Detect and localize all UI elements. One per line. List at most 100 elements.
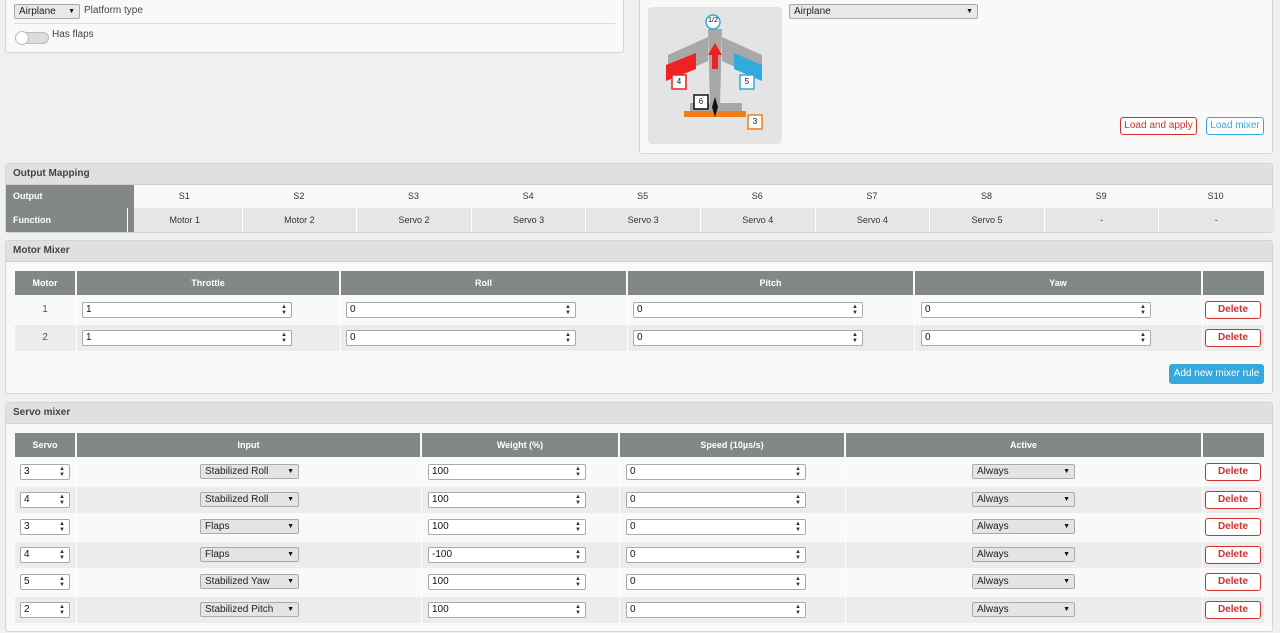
spinner-arrows-icon[interactable]: ▲ ▼ xyxy=(852,332,858,344)
output-row-label: Output xyxy=(6,185,134,208)
function-cell: Servo 2 xyxy=(356,208,471,232)
input-select-value: Stabilized Pitch xyxy=(205,603,274,615)
platform-type-label: Platform type xyxy=(84,5,143,16)
yaw-input[interactable]: 0 ▲ ▼ xyxy=(921,330,1151,346)
spinner-arrows-icon[interactable]: ▲ ▼ xyxy=(575,494,581,506)
servo-index-input[interactable]: 4 ▲ ▼ xyxy=(20,491,70,508)
roll-input[interactable]: 0 ▲ ▼ xyxy=(346,302,576,318)
spinner-arrows-icon[interactable]: ▲ ▼ xyxy=(795,549,801,561)
spinner-arrows-icon[interactable]: ▲ ▼ xyxy=(565,304,571,316)
active-select[interactable]: Always ▼ xyxy=(972,546,1075,562)
delete-button[interactable]: Delete xyxy=(1205,600,1261,619)
weight-input[interactable]: 100 ▲ ▼ xyxy=(428,601,586,618)
spinner-arrows-icon[interactable]: ▲ ▼ xyxy=(59,466,65,478)
spinner-arrows-icon[interactable]: ▲ ▼ xyxy=(59,494,65,506)
throttle-input[interactable]: 1 ▲ ▼ xyxy=(82,330,292,346)
weight-input[interactable]: 100 ▲ ▼ xyxy=(428,464,586,480)
chevron-down-icon: ▼ xyxy=(1063,468,1070,475)
active-select[interactable]: Always ▼ xyxy=(972,574,1075,589)
spinner-arrows-icon[interactable]: ▲ ▼ xyxy=(795,466,801,478)
input-select[interactable]: Flaps ▼ xyxy=(200,519,299,534)
input-select[interactable]: Flaps ▼ xyxy=(200,546,299,562)
speed-input[interactable]: 0 ▲ ▼ xyxy=(626,464,806,480)
throttle-input-value: 1 xyxy=(86,332,92,343)
weight-input[interactable]: -100 ▲ ▼ xyxy=(428,546,586,563)
add-mixer-rule-button[interactable]: Add new mixer rule xyxy=(1169,364,1264,384)
active-select[interactable]: Always ▼ xyxy=(972,464,1075,479)
delete-button[interactable]: Delete xyxy=(1205,301,1261,319)
platform-type-select[interactable]: Airplane ▼ xyxy=(14,4,80,19)
spinner-arrows-icon[interactable]: ▲ ▼ xyxy=(59,549,65,561)
column-divider xyxy=(619,514,620,540)
divider xyxy=(14,23,615,24)
spinner-arrows-icon[interactable]: ▲ ▼ xyxy=(575,549,581,561)
active-select-value: Always xyxy=(977,521,1009,532)
mixer-preset-select[interactable]: Airplane ▼ xyxy=(789,4,978,19)
spinner-arrows-icon[interactable]: ▲ ▼ xyxy=(59,576,65,588)
speed-input-value: 0 xyxy=(630,521,636,532)
throttle-input[interactable]: 1 ▲ ▼ xyxy=(82,302,292,318)
spinner-arrows-icon[interactable]: ▲ ▼ xyxy=(575,521,581,533)
spinner-arrows-icon[interactable]: ▲ ▼ xyxy=(575,576,581,588)
speed-input[interactable]: 0 ▲ ▼ xyxy=(626,519,806,535)
spinner-arrows-icon[interactable]: ▲ ▼ xyxy=(59,521,65,533)
active-select[interactable]: Always ▼ xyxy=(972,519,1075,534)
active-select-value: Always xyxy=(977,548,1009,560)
spinner-arrows-icon[interactable]: ▲ ▼ xyxy=(795,604,801,616)
roll-input[interactable]: 0 ▲ ▼ xyxy=(346,330,576,346)
speed-input[interactable]: 0 ▲ ▼ xyxy=(626,601,806,618)
flaps-toggle[interactable] xyxy=(15,31,49,45)
delete-button[interactable]: Delete xyxy=(1205,490,1261,509)
input-select[interactable]: Stabilized Pitch ▼ xyxy=(200,601,299,617)
servo-index-input[interactable]: 2 ▲ ▼ xyxy=(20,601,70,618)
motor-header: Motor xyxy=(15,271,75,295)
input-select[interactable]: Stabilized Roll ▼ xyxy=(200,491,299,507)
servo-index-input[interactable]: 3 ▲ ▼ xyxy=(20,519,70,535)
active-select[interactable]: Always ▼ xyxy=(972,491,1075,507)
spinner-arrows-icon[interactable]: ▲ ▼ xyxy=(795,576,801,588)
column-divider xyxy=(340,297,341,323)
servo-index-input[interactable]: 5 ▲ ▼ xyxy=(20,574,70,590)
servo-index-input[interactable]: 3 ▲ ▼ xyxy=(20,464,70,480)
servo-index-input[interactable]: 4 ▲ ▼ xyxy=(20,546,70,563)
delete-button[interactable]: Delete xyxy=(1205,463,1261,481)
pitch-input[interactable]: 0 ▲ ▼ xyxy=(633,330,863,346)
yaw-input[interactable]: 0 ▲ ▼ xyxy=(921,302,1151,318)
spinner-arrows-icon[interactable]: ▲ ▼ xyxy=(565,332,571,344)
spinner-arrows-icon[interactable]: ▲ ▼ xyxy=(59,604,65,616)
load-and-apply-button[interactable]: Load and apply xyxy=(1120,117,1197,135)
function-cell: Servo 3 xyxy=(470,208,586,232)
active-select[interactable]: Always ▼ xyxy=(972,601,1075,617)
pitch-input[interactable]: 0 ▲ ▼ xyxy=(633,302,863,318)
speed-input[interactable]: 0 ▲ ▼ xyxy=(626,574,806,590)
delete-button[interactable]: Delete xyxy=(1205,545,1261,564)
load-mixer-button[interactable]: Load mixer xyxy=(1206,117,1264,135)
weight-input[interactable]: 100 ▲ ▼ xyxy=(428,491,586,508)
column-divider xyxy=(619,596,620,623)
servo-index-input-value: 2 xyxy=(24,603,30,615)
speed-input[interactable]: 0 ▲ ▼ xyxy=(626,491,806,508)
spinner-arrows-icon[interactable]: ▲ ▼ xyxy=(575,466,581,478)
spinner-arrows-icon[interactable]: ▲ ▼ xyxy=(795,494,801,506)
spinner-arrows-icon[interactable]: ▲ ▼ xyxy=(1140,304,1146,316)
weight-input[interactable]: 100 ▲ ▼ xyxy=(428,574,586,590)
delete-button[interactable]: Delete xyxy=(1205,518,1261,536)
spinner-arrows-icon[interactable]: ▲ ▼ xyxy=(795,521,801,533)
column-divider xyxy=(845,569,846,595)
spinner-arrows-icon[interactable]: ▲ ▼ xyxy=(575,604,581,616)
delete-button[interactable]: Delete xyxy=(1205,573,1261,591)
spinner-arrows-icon[interactable]: ▲ ▼ xyxy=(281,304,287,316)
speed-input[interactable]: 0 ▲ ▼ xyxy=(626,546,806,563)
weight-input[interactable]: 100 ▲ ▼ xyxy=(428,519,586,535)
servo-header: Servo xyxy=(15,433,75,457)
spinner-arrows-icon[interactable]: ▲ ▼ xyxy=(1140,332,1146,344)
chevron-down-icon: ▼ xyxy=(287,468,294,475)
delete-button[interactable]: Delete xyxy=(1205,329,1261,347)
output-cell: S9 xyxy=(1095,191,1107,201)
input-select[interactable]: Stabilized Roll ▼ xyxy=(200,464,299,479)
input-select[interactable]: Stabilized Yaw ▼ xyxy=(200,574,299,589)
spinner-arrows-icon[interactable]: ▲ ▼ xyxy=(852,304,858,316)
input-select-value: Stabilized Yaw xyxy=(205,576,270,587)
spinner-arrows-icon[interactable]: ▲ ▼ xyxy=(281,332,287,344)
column-divider xyxy=(76,297,77,323)
